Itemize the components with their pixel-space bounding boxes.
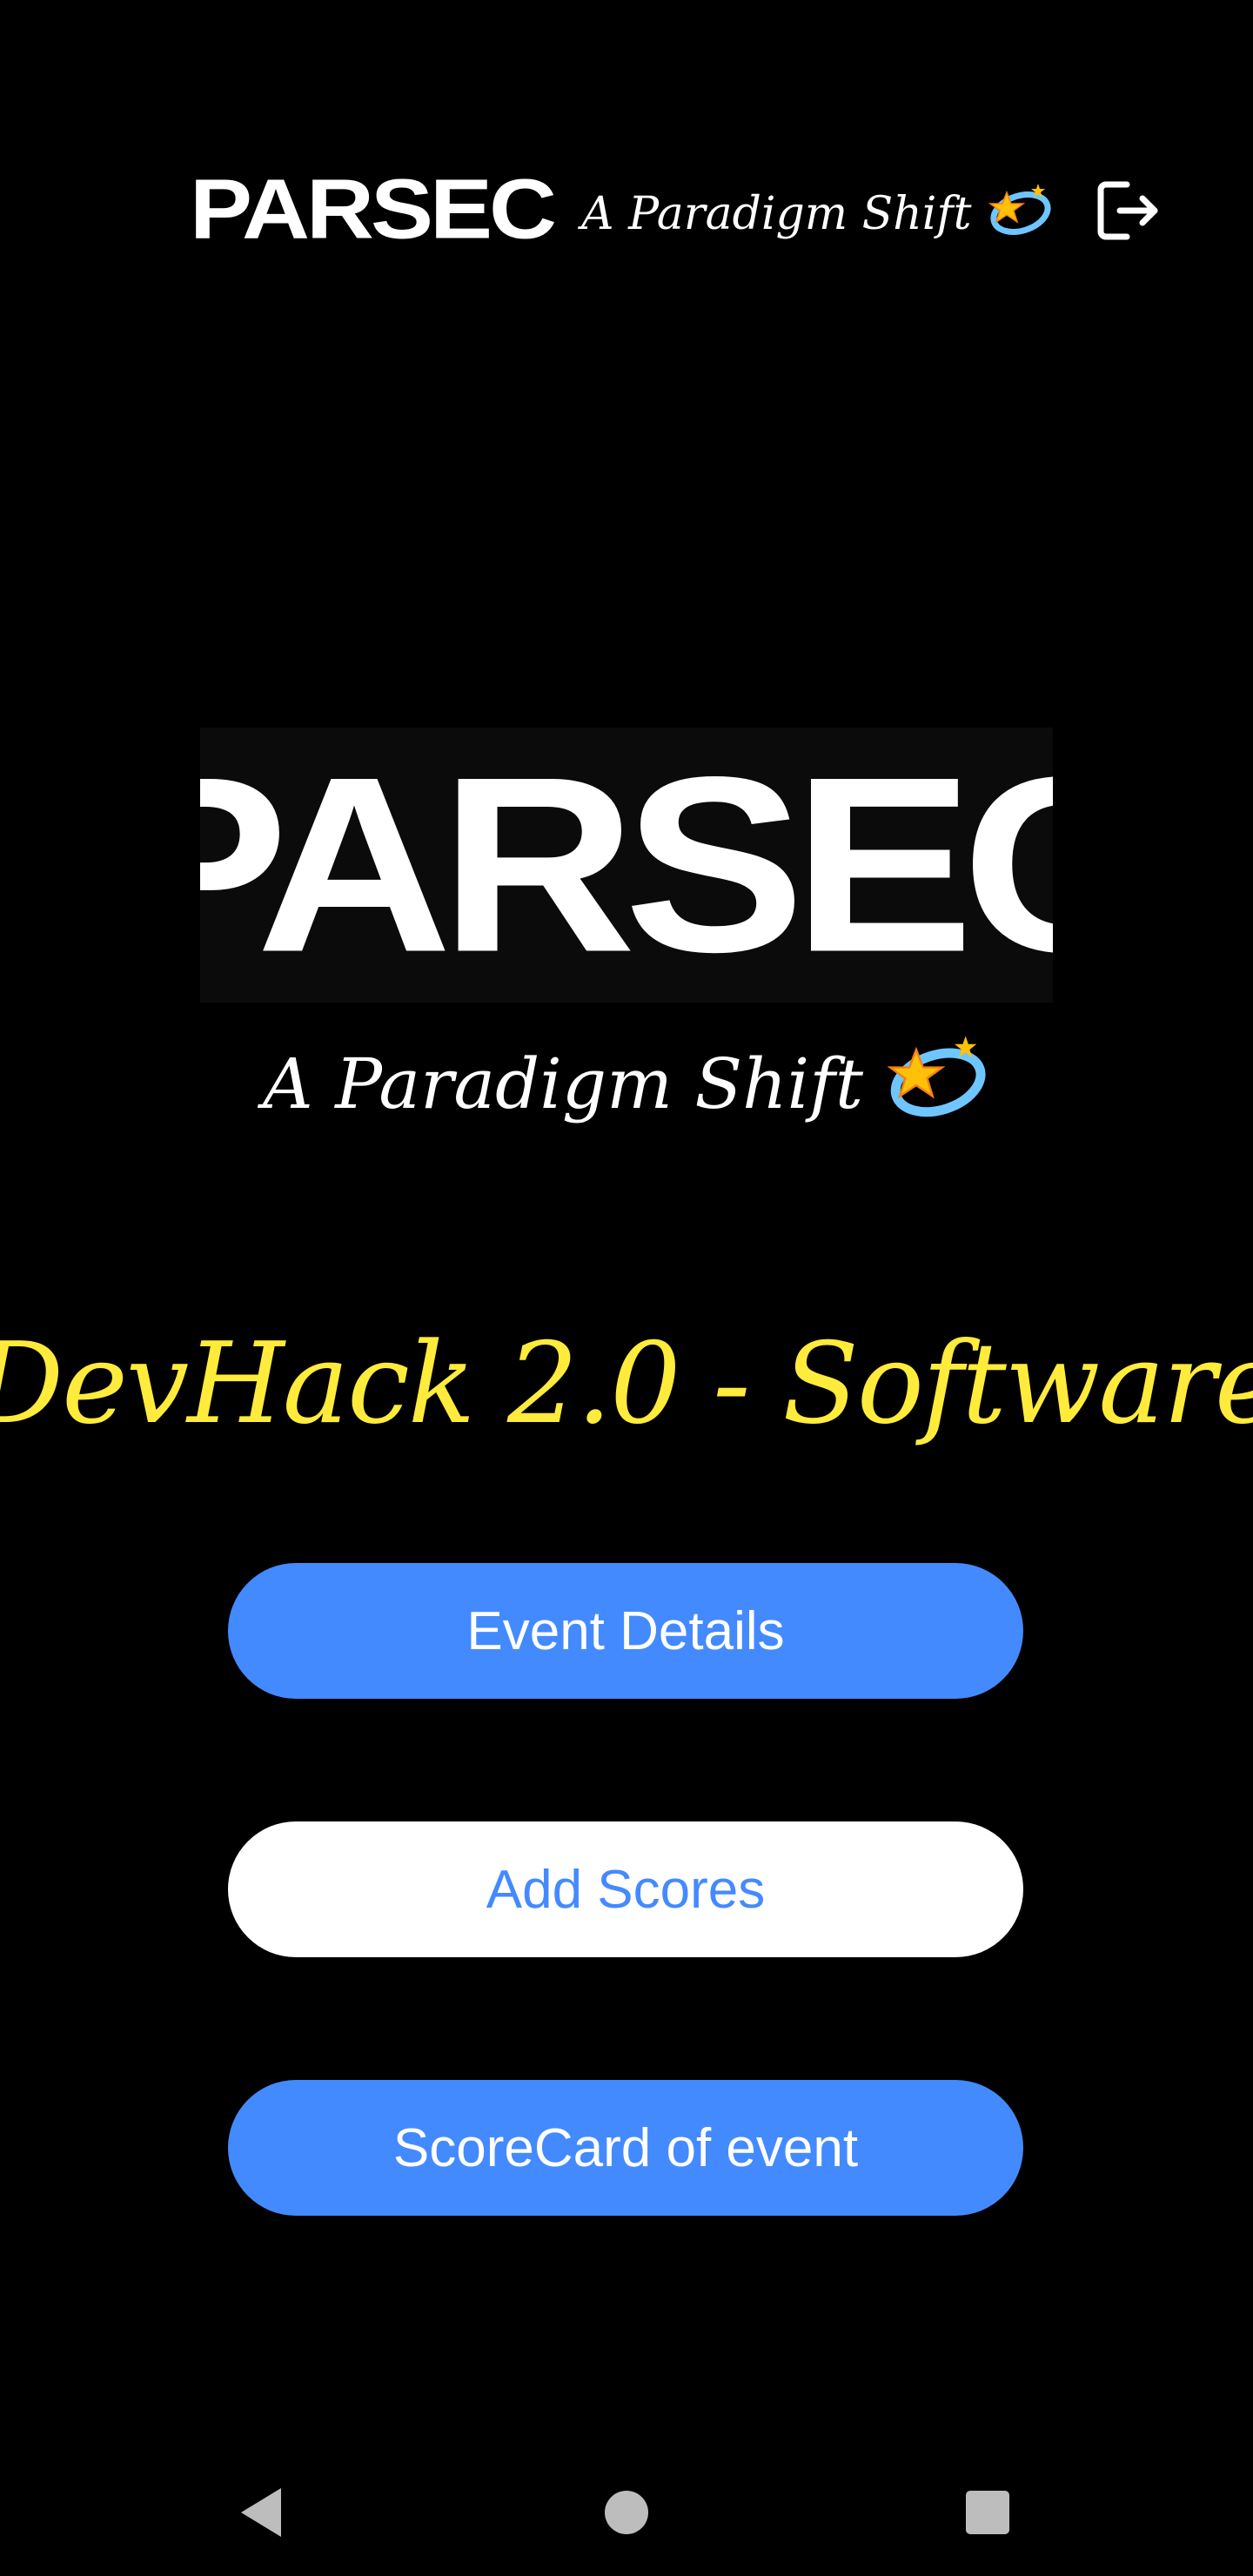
app-bar-logo: PARSEC	[190, 162, 557, 256]
app-bar-tagline: A Paradigm Shift	[581, 179, 1051, 249]
nav-recents-button[interactable]	[948, 2473, 1027, 2552]
home-circle-icon	[605, 2491, 648, 2534]
hero-tagline: A Paradigm Shift	[263, 1027, 986, 1140]
add-scores-button[interactable]: Add Scores	[228, 1821, 1023, 1957]
shooting-star-icon	[881, 1030, 990, 1137]
hero-tagline-text: A Paradigm Shift	[262, 1043, 864, 1124]
app-bar-tagline-text: A Paradigm Shift	[581, 188, 972, 240]
system-nav-bar	[0, 2447, 1253, 2576]
shooting-star-icon	[984, 180, 1054, 249]
scorecard-button[interactable]: ScoreCard of event	[228, 2080, 1023, 2216]
logout-icon	[1097, 181, 1158, 240]
recents-square-icon	[966, 2491, 1009, 2534]
back-triangle-icon	[241, 2488, 281, 2537]
parsec-logo-text: PARSEC	[200, 728, 1053, 1003]
app-bar-logo-text: PARSEC	[189, 161, 557, 256]
event-details-button[interactable]: Event Details	[228, 1563, 1023, 1699]
event-title: DevHack 2.0 - Software	[0, 1318, 1253, 1449]
nav-home-button[interactable]	[587, 2473, 666, 2552]
logout-button[interactable]	[1093, 178, 1166, 244]
nav-back-button[interactable]	[223, 2473, 301, 2552]
parsec-logo: PARSEC	[200, 728, 1053, 1003]
